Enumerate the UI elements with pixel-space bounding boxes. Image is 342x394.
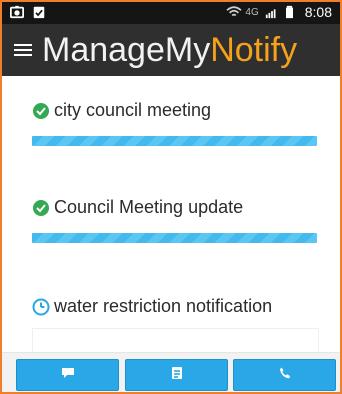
document-icon	[169, 365, 185, 386]
progress-fill	[32, 233, 317, 243]
notification-progress	[32, 136, 317, 146]
notification-label-row: water restriction notification	[32, 296, 272, 317]
app-frame: 4G 8:08 ManageMy Notify city council mee…	[0, 0, 342, 394]
app-bar: ManageMy Notify	[2, 24, 340, 76]
status-left-icons	[10, 5, 46, 19]
menu-icon[interactable]	[10, 36, 38, 64]
documents-button[interactable]	[125, 359, 228, 391]
notification-card[interactable]: Council Meeting update	[2, 173, 340, 271]
status-bar: 4G 8:08	[2, 2, 340, 24]
notification-label-row: Council Meeting update	[32, 197, 243, 218]
notification-progress	[32, 233, 317, 243]
wifi-icon	[225, 5, 242, 19]
notifications-list: city council meeting Council Meeting upd…	[2, 76, 340, 353]
chat-icon	[60, 365, 76, 386]
phone-icon	[277, 365, 293, 386]
notification-card[interactable]: city council meeting	[2, 76, 340, 174]
app-title: ManageMy Notify	[42, 33, 297, 67]
call-button[interactable]	[233, 359, 336, 391]
status-time: 8:08	[304, 4, 332, 20]
photo-icon	[10, 5, 24, 19]
notification-title: Council Meeting update	[54, 197, 244, 217]
status-right-area: 4G 8:08	[225, 4, 332, 20]
messages-button[interactable]	[16, 359, 119, 391]
notification-label-row: city council meeting	[32, 100, 211, 121]
notification-title: water restriction notification	[54, 296, 273, 316]
progress-fill	[32, 136, 317, 146]
clipboard-check-icon	[32, 5, 46, 19]
bottom-action-bar	[2, 352, 340, 392]
app-title-part2: Notify	[210, 31, 298, 69]
notification-title: city council meeting	[54, 100, 212, 120]
network-type: 4G	[245, 6, 259, 18]
check-circle-icon	[32, 199, 50, 217]
signal-icon	[265, 5, 279, 19]
notification-card[interactable]: water restriction notification	[2, 270, 340, 353]
app-title-part1: ManageMy	[42, 31, 211, 69]
battery-icon	[285, 5, 299, 19]
clock-icon	[32, 298, 50, 316]
check-circle-icon	[32, 102, 50, 120]
notification-content-placeholder	[32, 328, 319, 353]
